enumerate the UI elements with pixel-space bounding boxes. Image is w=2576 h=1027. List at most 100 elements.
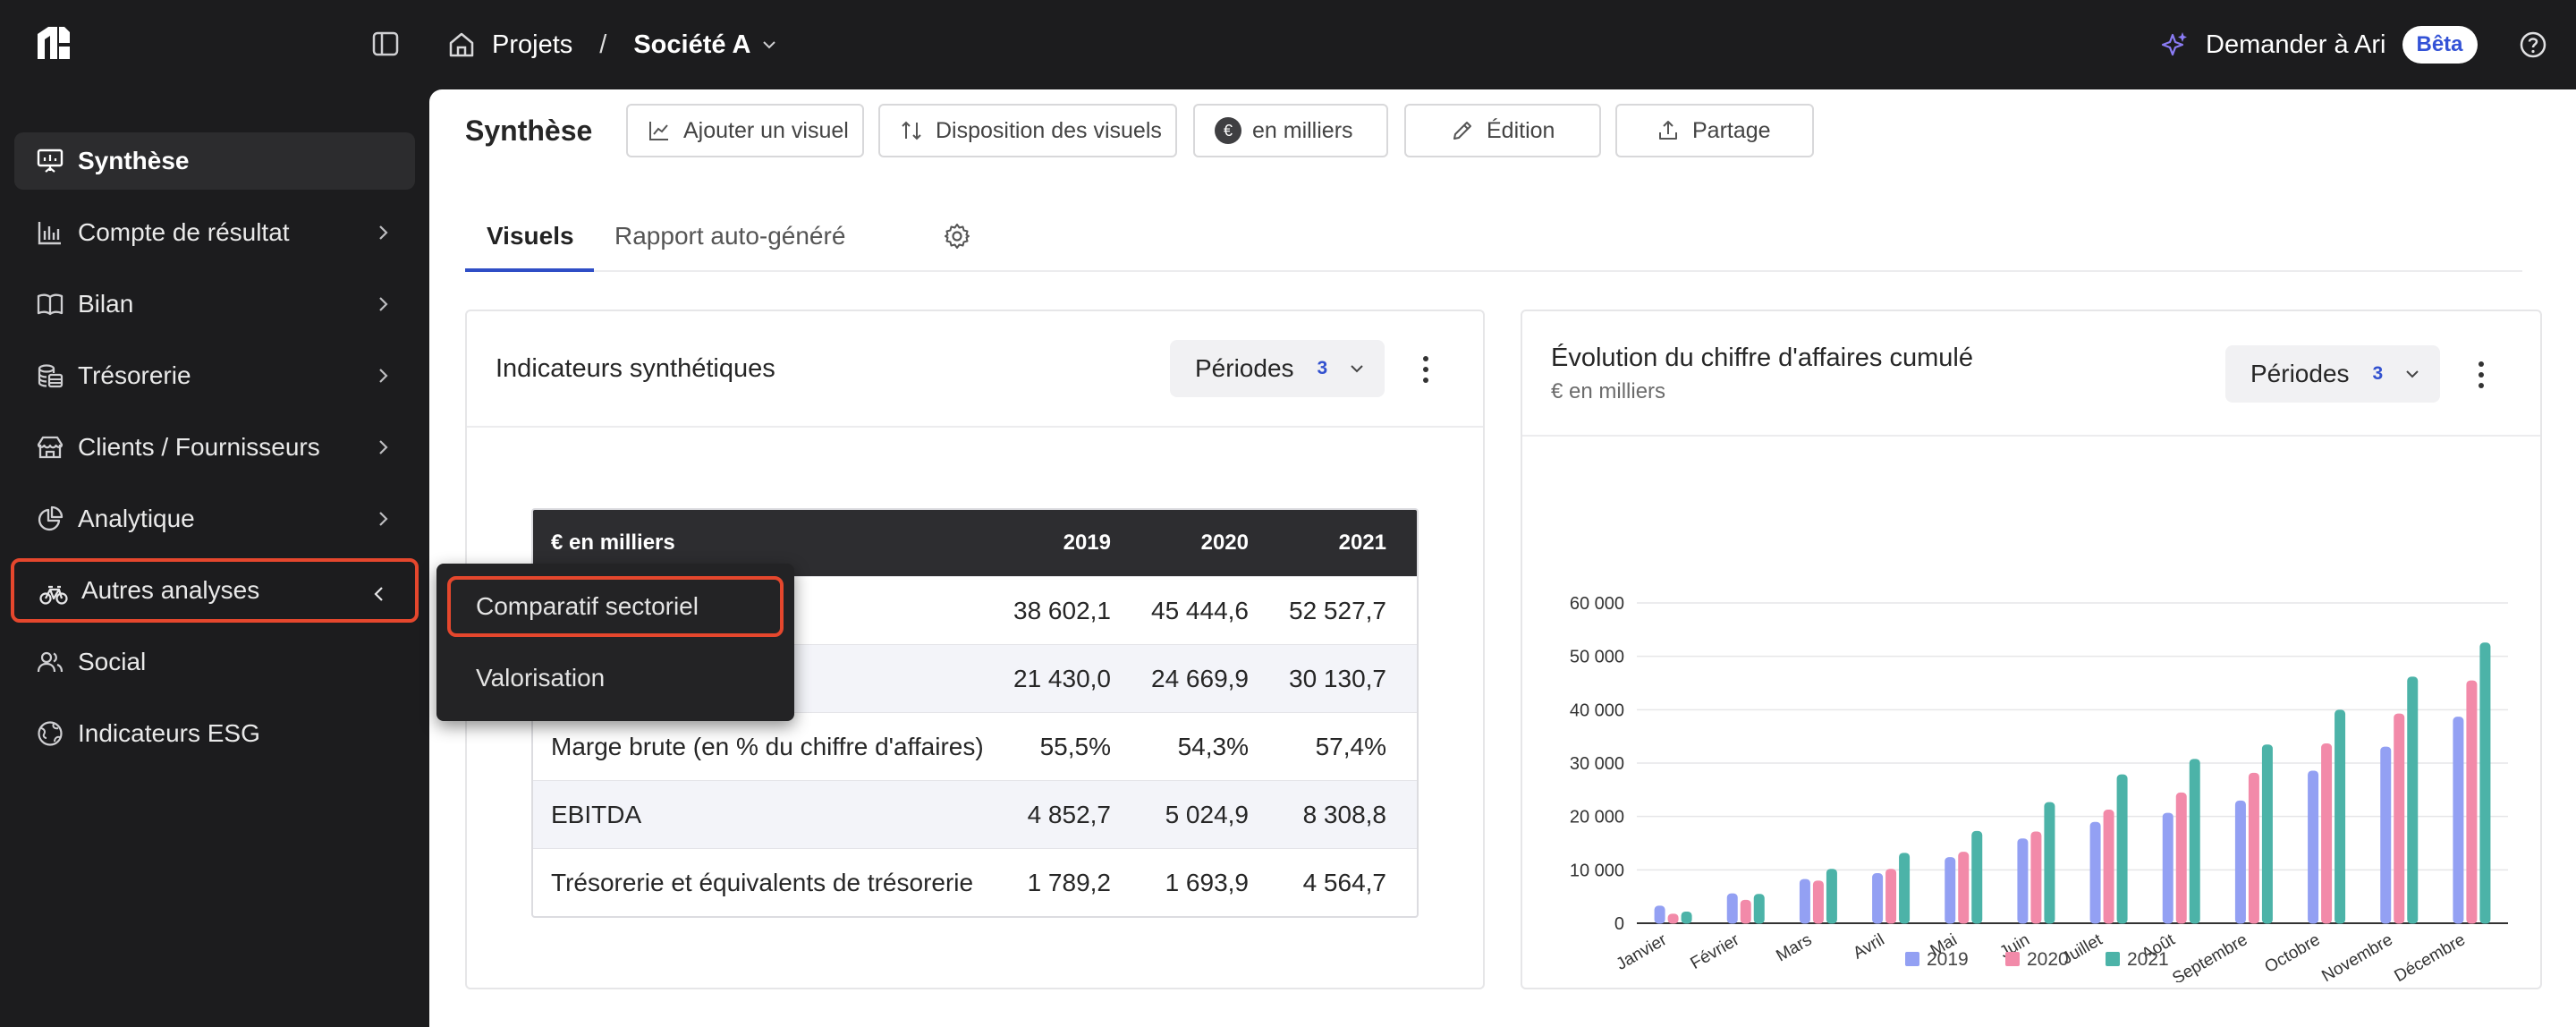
layout-visuals-button[interactable]: Disposition des visuels xyxy=(878,104,1177,157)
breadcrumb: Projets / Société A xyxy=(447,0,779,89)
table-header-cell: 2020 xyxy=(1200,530,1249,555)
sidebar-item-label: Clients / Fournisseurs xyxy=(78,433,320,461)
sidebar-item-compte-de-resultat[interactable]: Compte de résultat xyxy=(14,204,415,261)
legend-label: 2020 xyxy=(2027,949,2069,970)
periods-label: Périodes xyxy=(2250,360,2350,387)
unit-selector-button[interactable]: € en milliers xyxy=(1193,104,1388,157)
sidebar-toggle-icon[interactable] xyxy=(372,30,399,57)
table-header-cell: 2021 xyxy=(1338,530,1386,555)
share-label: Partage xyxy=(1692,117,1771,143)
periods-button[interactable]: Périodes 3 xyxy=(2225,345,2440,403)
table-cell: 24 669,9 xyxy=(1151,664,1249,692)
home-icon[interactable] xyxy=(447,30,476,59)
chart-bar xyxy=(1971,830,1983,924)
x-tick-label: Janvier xyxy=(1614,930,1671,974)
bar-chart-icon xyxy=(38,222,61,245)
legend-swatch xyxy=(2106,952,2120,966)
chart-bar xyxy=(2261,744,2273,924)
sidebar-item-social[interactable]: Social xyxy=(14,633,415,691)
chevron-down-icon[interactable] xyxy=(759,35,779,55)
x-tick-label: Février xyxy=(1688,930,1743,973)
table-header-cell: 2019 xyxy=(1063,530,1111,555)
table-cell: Marge brute (en % du chiffre d'affaires) xyxy=(551,732,984,760)
add-visual-label: Ajouter un visuel xyxy=(683,117,849,143)
sparkle-icon xyxy=(2161,32,2187,56)
more-options-icon[interactable] xyxy=(1422,354,1429,385)
tab-bar: Visuels Rapport auto-généré xyxy=(465,211,2522,272)
sort-arrows-icon xyxy=(902,121,921,140)
store-icon xyxy=(37,436,64,459)
submenu-item-valorisation[interactable]: Valorisation xyxy=(447,648,784,709)
table-cell: 1 789,2 xyxy=(1027,868,1111,896)
table-cell: 45 444,6 xyxy=(1151,596,1249,624)
chart-bar xyxy=(2017,838,2029,924)
gear-icon[interactable] xyxy=(943,222,971,250)
chart-bar xyxy=(2234,800,2246,924)
pencil-icon xyxy=(1453,122,1471,140)
chevron-right-icon xyxy=(379,512,388,526)
app-logo-icon[interactable] xyxy=(34,23,73,63)
chart-bar xyxy=(1812,880,1824,924)
x-tick-label: Octobre xyxy=(2262,930,2324,977)
breadcrumb-company-selector[interactable]: Société A xyxy=(633,30,750,60)
table-cell: 52 527,7 xyxy=(1289,596,1386,624)
more-options-icon[interactable] xyxy=(2478,360,2485,390)
y-tick-label: 50 000 xyxy=(1570,648,1624,667)
periods-button[interactable]: Périodes 3 xyxy=(1170,340,1385,397)
legend-swatch xyxy=(1905,952,1919,966)
tab-visuels[interactable]: Visuels xyxy=(487,222,574,250)
sidebar-item-label: Trésorerie xyxy=(78,361,191,389)
beta-badge: Bêta xyxy=(2402,26,2478,64)
table-cell: 1 693,9 xyxy=(1165,868,1249,896)
active-tab-indicator xyxy=(465,268,594,272)
table-cell: 4 852,7 xyxy=(1027,800,1111,828)
x-tick-label: Avril xyxy=(1850,930,1887,963)
y-tick-label: 10 000 xyxy=(1570,861,1624,880)
edit-label: Édition xyxy=(1487,117,1555,143)
sidebar-item-bilan[interactable]: Bilan xyxy=(14,276,415,333)
presentation-icon xyxy=(37,149,64,173)
table-cell: 21 430,0 xyxy=(1013,664,1111,692)
table-cell: 5 024,9 xyxy=(1165,800,1249,828)
legend-label: 2021 xyxy=(2127,949,2169,970)
submenu-item-comparatif-sectoriel[interactable]: Comparatif sectoriel xyxy=(447,576,784,637)
sidebar: Synthèse Compte de résultat Bilan Trésor… xyxy=(0,89,429,1027)
sidebar-item-clients-fournisseurs[interactable]: Clients / Fournisseurs xyxy=(14,419,415,476)
sidebar-item-indicateurs-esg[interactable]: Indicateurs ESG xyxy=(14,705,415,762)
card-header: Indicateurs synthétiques Périodes 3 xyxy=(467,311,1483,428)
breadcrumb-separator: / xyxy=(599,30,607,59)
chart-bar xyxy=(2321,743,2333,924)
add-visual-button[interactable]: Ajouter un visuel xyxy=(626,104,864,157)
legend-swatch xyxy=(2005,952,2020,966)
edit-button[interactable]: Édition xyxy=(1404,104,1601,157)
sidebar-item-label: Bilan xyxy=(78,290,134,318)
sidebar-item-tresorerie[interactable]: Trésorerie xyxy=(14,347,415,404)
tab-rapport-auto-genere[interactable]: Rapport auto-généré xyxy=(614,222,845,250)
card-subtitle: € en milliers xyxy=(1551,379,1666,403)
sidebar-item-synthese[interactable]: Synthèse xyxy=(14,132,415,190)
sidebar-item-label: Compte de résultat xyxy=(78,218,290,246)
users-icon xyxy=(37,651,64,673)
chart-bar xyxy=(2103,810,2114,924)
chart-bar xyxy=(2394,713,2405,924)
revenue-bar-chart: 0 10 000 20 000 30 000 40 000 50 000 60 000 Jan… xyxy=(1570,594,2508,982)
chart-bar xyxy=(1740,899,1751,924)
y-tick-label: 40 000 xyxy=(1570,700,1624,720)
card-title: Indicateurs synthétiques xyxy=(496,354,775,383)
line-chart-icon xyxy=(649,122,668,140)
autres-analyses-submenu: Comparatif sectoriel Valorisation xyxy=(436,564,794,721)
chart-bar xyxy=(2175,792,2187,924)
periods-count: 3 xyxy=(2372,363,2384,384)
euro-icon: € xyxy=(1215,117,1241,144)
share-button[interactable]: Partage xyxy=(1615,104,1814,157)
chart-bar xyxy=(2308,770,2319,924)
help-icon[interactable] xyxy=(2519,30,2547,59)
breadcrumb-projects-link[interactable]: Projets xyxy=(492,30,572,60)
sidebar-item-analytique[interactable]: Analytique xyxy=(14,490,415,547)
ask-ari-button[interactable]: Demander à Ari Bêta xyxy=(2159,0,2478,89)
upload-icon xyxy=(1659,121,1677,140)
chart-bar xyxy=(2030,831,2042,924)
table-cell: EBITDA xyxy=(551,800,642,828)
sidebar-item-autres-analyses[interactable]: Autres analyses xyxy=(11,558,419,623)
chart-bar xyxy=(2162,812,2174,924)
